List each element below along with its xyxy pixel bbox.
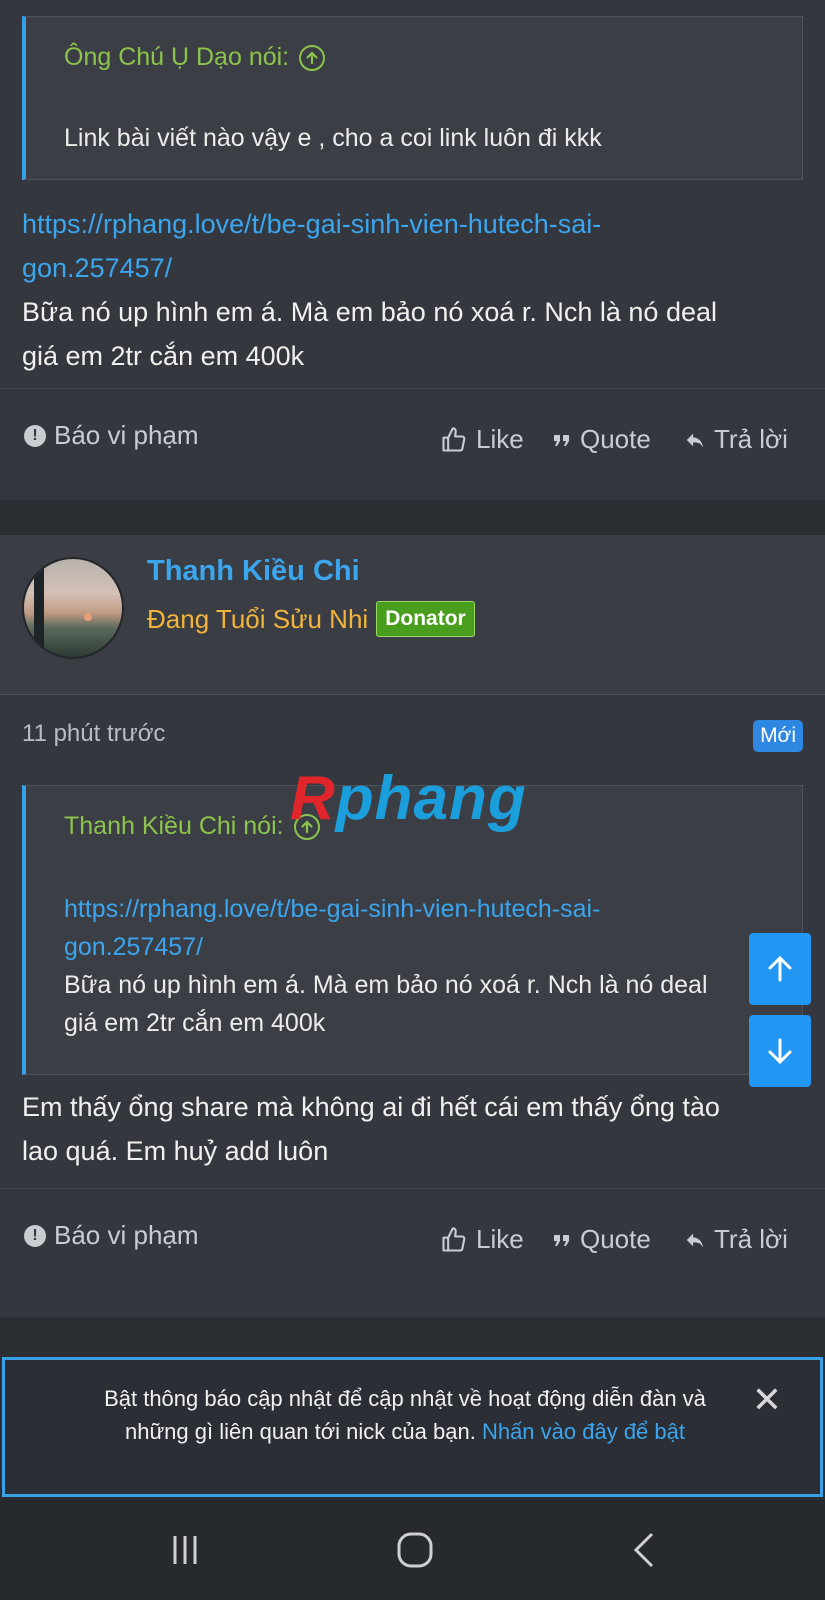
like-button[interactable]: Like: [440, 424, 524, 455]
exclamation-icon: !: [24, 424, 46, 447]
quote-label: Quote: [580, 424, 651, 454]
arrow-up-circle-icon[interactable]: [299, 44, 326, 71]
quote-author-link[interactable]: Thanh Kiều Chi nói:: [64, 812, 320, 841]
quote-link-line-2[interactable]: gon.257457/: [64, 928, 778, 966]
recent-apps-icon[interactable]: [160, 1530, 210, 1570]
reply-label: Trả lời: [714, 1224, 788, 1254]
report-button[interactable]: ! Báo vi phạm: [24, 420, 199, 451]
post-card-2: Thanh Kiều Chi Đang Tuổi Sửu Nhi Donator…: [0, 535, 825, 1317]
post-text-line-1: Bữa nó up hình em á. Mà em bảo nó xoá r.…: [22, 297, 717, 327]
post-actions: ! Báo vi phạm Like Quote Trả lời: [0, 1220, 825, 1260]
scroll-up-button[interactable]: [749, 933, 811, 1005]
post-user-header: Thanh Kiều Chi Đang Tuổi Sửu Nhi Donator: [0, 535, 825, 695]
arrow-up-icon: [768, 955, 792, 982]
notice-text: Bật thông báo cập nhật để cập nhật về ho…: [65, 1382, 745, 1448]
post-body: https://rphang.love/t/be-gai-sinh-vien-h…: [22, 202, 795, 378]
arrow-down-icon: [768, 1038, 792, 1065]
reply-button[interactable]: Trả lời: [684, 1224, 788, 1255]
like-label: Like: [476, 1224, 524, 1254]
report-button[interactable]: ! Báo vi phạm: [24, 1220, 199, 1251]
report-label: Báo vi phạm: [54, 420, 199, 450]
post-text-line-2: giá em 2tr cắn em 400k: [22, 341, 305, 371]
username[interactable]: Thanh Kiều Chi: [147, 555, 360, 588]
close-icon[interactable]: ✕: [752, 1380, 782, 1420]
notice-line-2: những gì liên quan tới nick của bạn. Nhấ…: [124, 1419, 685, 1444]
quote-author-name: Thanh Kiều Chi nói:: [64, 812, 284, 840]
quote-text-line-1: Bữa nó up hình em á. Mà em bảo nó xoá r.…: [64, 971, 708, 999]
report-label: Báo vi phạm: [54, 1220, 199, 1250]
quote-text: Link bài viết nào vậy e , cho a coi link…: [64, 124, 602, 152]
like-label: Like: [476, 424, 524, 454]
quote-icon: [554, 434, 569, 446]
post-text-line-1: Em thấy ổng share mà không ai đi hết cái…: [22, 1092, 720, 1122]
quote-icon: [554, 1234, 569, 1246]
reply-label: Trả lời: [714, 424, 788, 454]
quote-button[interactable]: Quote: [552, 424, 651, 455]
post-link-line-1[interactable]: https://rphang.love/t/be-gai-sinh-vien-h…: [22, 202, 795, 246]
post-text-line-2: lao quá. Em huỷ add luôn: [22, 1136, 329, 1166]
exclamation-icon: !: [24, 1224, 46, 1247]
quote-author-link[interactable]: Ông Chú Ụ Dạo nói:: [64, 43, 326, 72]
post-link-line-2[interactable]: gon.257457/: [22, 246, 795, 290]
rphang-watermark-logo: Rphang: [290, 764, 527, 833]
user-title: Đang Tuổi Sửu Nhi: [147, 603, 369, 634]
post-body: Em thấy ổng share mà không ai đi hết cái…: [22, 1085, 795, 1173]
thumbs-up-icon: [442, 426, 466, 452]
quote-content: https://rphang.love/t/be-gai-sinh-vien-h…: [64, 890, 778, 1042]
like-button[interactable]: Like: [440, 1224, 524, 1255]
quote-author-name: Ông Chú Ụ Dạo nói:: [64, 43, 290, 71]
home-icon[interactable]: [390, 1530, 440, 1570]
quote-block: Ông Chú Ụ Dạo nói: Link bài viết nào vậy…: [22, 16, 803, 180]
scroll-down-button[interactable]: [749, 1015, 811, 1087]
notice-line-1: Bật thông báo cập nhật để cập nhật về ho…: [104, 1386, 706, 1411]
thumbs-up-icon: [442, 1226, 466, 1252]
divider: [0, 388, 825, 389]
quote-button[interactable]: Quote: [552, 1224, 651, 1255]
user-title-row: Đang Tuổi Sửu Nhi Donator: [147, 601, 475, 637]
post-card-1: Ông Chú Ụ Dạo nói: Link bài viết nào vậy…: [0, 0, 825, 500]
divider: [0, 1188, 825, 1189]
avatar[interactable]: [22, 557, 124, 659]
push-notification-banner: Bật thông báo cập nhật để cập nhật về ho…: [2, 1357, 823, 1497]
back-icon[interactable]: [620, 1530, 670, 1570]
reply-icon: [686, 433, 704, 448]
donator-badge: Donator: [376, 601, 475, 637]
post-actions: ! Báo vi phạm Like Quote Trả lời: [0, 420, 825, 460]
enable-notifications-link[interactable]: Nhấn vào đây để bật: [482, 1419, 685, 1444]
reply-icon: [686, 1233, 704, 1248]
post-timestamp[interactable]: 11 phút trước: [22, 720, 165, 748]
quote-text-line-2: giá em 2tr cắn em 400k: [64, 1009, 326, 1037]
system-nav-bar: [0, 1500, 825, 1600]
quote-link-line-1[interactable]: https://rphang.love/t/be-gai-sinh-vien-h…: [64, 890, 778, 928]
new-badge: Mới: [753, 720, 803, 752]
reply-button[interactable]: Trả lời: [684, 424, 788, 455]
quote-label: Quote: [580, 1224, 651, 1254]
